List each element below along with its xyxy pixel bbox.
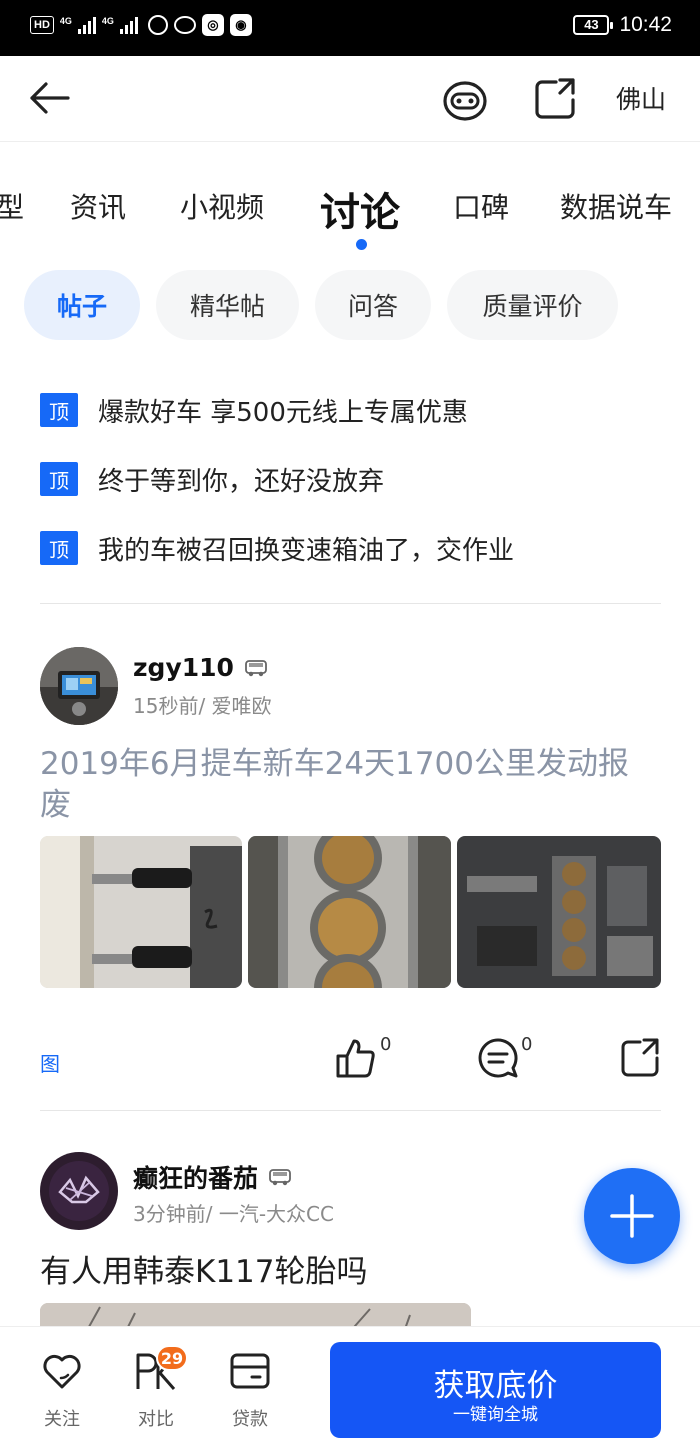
battery-icon: 43	[573, 15, 614, 35]
wechat-icon	[173, 16, 196, 34]
filter-posts[interactable]: 帖子	[24, 270, 140, 340]
post-title[interactable]: 有人用韩泰K117轮胎吗	[40, 1252, 655, 1293]
plus-icon	[610, 1194, 654, 1238]
city-selector[interactable]: 佛山	[616, 80, 666, 116]
username: zgy110	[133, 653, 234, 682]
signal-icon-2	[119, 16, 138, 34]
like-count: 0	[380, 1034, 392, 1055]
cylinder-image	[248, 836, 451, 988]
pinned-post[interactable]: 顶 爆款好车 享500元线上专属优惠	[40, 390, 468, 430]
status-bar: HD 4G 4G ◎ ◉ 43 10:42	[0, 0, 700, 56]
pinned-post[interactable]: 顶 我的车被召回换变速箱油了，交作业	[40, 528, 514, 568]
post-author[interactable]: 癫狂的番茄	[133, 1159, 292, 1195]
tab-discussion[interactable]: 讨论	[320, 180, 400, 238]
pinned-badge: 顶	[40, 531, 78, 565]
cta-title: 获取底价	[433, 1368, 558, 1404]
robot-icon	[443, 81, 487, 121]
filter-featured[interactable]: 精华帖	[156, 270, 299, 340]
top-nav-bar: 佛山	[0, 56, 700, 142]
follow-label: 关注	[44, 1409, 80, 1430]
compare-count-badge: 29	[156, 1345, 188, 1371]
assistant-button[interactable]	[440, 74, 490, 124]
post-image[interactable]	[40, 836, 242, 988]
car-owner-icon	[269, 1169, 291, 1186]
compare-label: 对比	[138, 1409, 174, 1430]
divider	[40, 1110, 661, 1111]
clock: 10:42	[619, 13, 672, 36]
follow-button[interactable]: 关注	[20, 1349, 100, 1439]
share-icon	[621, 1038, 659, 1077]
spark-plug-image	[40, 836, 242, 988]
comment-count: 0	[521, 1034, 533, 1055]
comment-icon	[478, 1038, 518, 1078]
engine-bay-image	[457, 836, 661, 988]
post-title[interactable]: 2019年6月提车新车24天1700公里发动报废	[40, 744, 655, 826]
arrow-left-icon	[30, 82, 70, 114]
tab-reputation[interactable]: 口碑	[453, 186, 509, 226]
signal-icon	[77, 16, 96, 34]
car-owner-icon	[245, 659, 267, 676]
heart-icon	[43, 1354, 81, 1389]
pinned-post-title: 终于等到你，还好没放弃	[98, 466, 385, 497]
tab-short-video[interactable]: 小视频	[180, 186, 264, 226]
active-tab-indicator	[356, 239, 367, 250]
post-type-tag: 图	[40, 1052, 60, 1076]
avatar[interactable]	[40, 647, 118, 725]
section-tabs: 型 资讯 小视频 讨论 口碑 数据说车	[0, 172, 700, 252]
username: 癫狂的番茄	[133, 1164, 259, 1193]
loan-button[interactable]: 贷款	[208, 1349, 288, 1439]
pinned-post[interactable]: 顶 终于等到你，还好没放弃	[40, 459, 384, 499]
network-type-2: 4G	[101, 16, 114, 26]
loan-label: 贷款	[232, 1409, 268, 1430]
comment-button[interactable]	[476, 1036, 520, 1080]
cta-subtitle: 一键询全城	[453, 1405, 538, 1425]
back-button[interactable]	[26, 76, 74, 120]
thumbs-up-icon	[336, 1039, 375, 1078]
tab-models[interactable]: 型	[0, 186, 24, 226]
avatar[interactable]	[40, 1152, 118, 1230]
post-author[interactable]: zgy110	[133, 653, 268, 682]
post-meta: 15秒前/ 爱唯欧	[133, 694, 272, 718]
post-meta: 3分钟前/ 一汽-大众CC	[133, 1202, 334, 1226]
pinned-post-title: 爆款好车 享500元线上专属优惠	[98, 397, 468, 428]
pinned-badge: 顶	[40, 462, 78, 496]
card-icon	[230, 1353, 270, 1389]
post-image[interactable]	[248, 836, 451, 988]
post-share-button[interactable]	[618, 1036, 662, 1080]
network-type-1: 4G	[59, 16, 72, 26]
notification-icon	[147, 15, 168, 35]
pinned-post-title: 我的车被召回换变速箱油了，交作业	[98, 535, 515, 566]
create-post-button[interactable]	[584, 1168, 680, 1264]
app-icon-1: ◎	[201, 14, 224, 36]
filter-quality[interactable]: 质量评价	[447, 270, 618, 340]
divider	[40, 603, 661, 604]
tab-data[interactable]: 数据说车	[560, 186, 672, 226]
filter-qa[interactable]: 问答	[315, 270, 431, 340]
hd-indicator: HD	[30, 16, 54, 34]
app-icon-2: ◉	[229, 14, 252, 36]
post-image[interactable]	[457, 836, 661, 988]
share-button[interactable]	[530, 74, 582, 124]
avatar-image	[40, 647, 118, 725]
share-icon	[535, 78, 575, 119]
pinned-badge: 顶	[40, 393, 78, 427]
like-button[interactable]	[334, 1036, 378, 1080]
avatar-image	[40, 1152, 118, 1230]
tab-news[interactable]: 资讯	[70, 186, 126, 226]
get-lowest-price-button[interactable]: 获取底价 一键询全城	[330, 1342, 661, 1438]
